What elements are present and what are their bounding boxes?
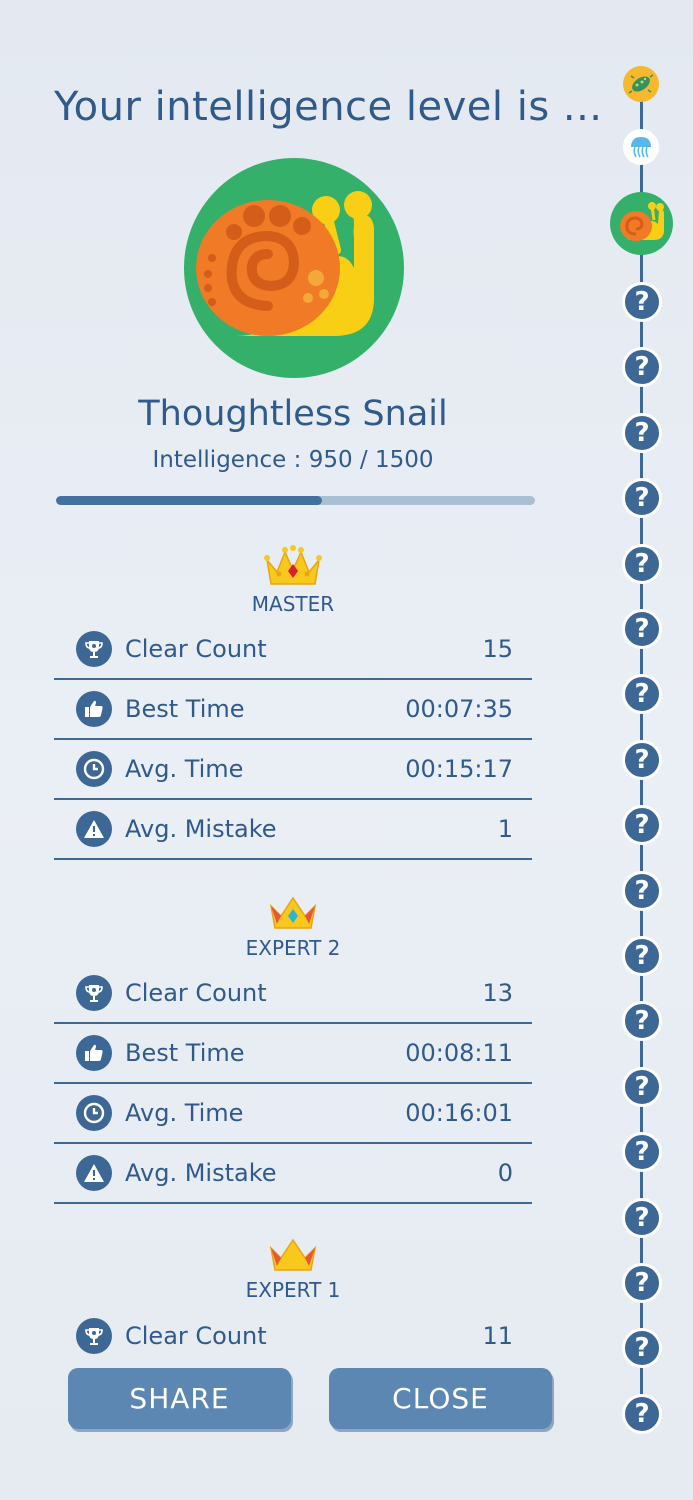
- stat-row-avg-mistake: Avg. Mistake 1: [54, 800, 532, 860]
- locked-level-icon[interactable]: ?: [622, 805, 662, 846]
- locked-level-icon[interactable]: ?: [622, 1197, 662, 1238]
- locked-level-icon[interactable]: ?: [622, 412, 662, 453]
- stat-value: 15: [482, 635, 513, 663]
- stat-value: 11: [482, 1322, 513, 1350]
- stat-label: Avg. Time: [125, 1099, 244, 1127]
- stat-row-avg-time: Avg. Time 00:15:17: [54, 740, 532, 800]
- locked-level-icon[interactable]: ?: [622, 609, 662, 649]
- stat-row-clear-count: Clear Count 11: [54, 1306, 532, 1366]
- stat-label: Avg. Time: [125, 755, 244, 783]
- stat-row-best-time: Best Time 00:08:11: [54, 1024, 532, 1084]
- locked-level-icon[interactable]: ?: [622, 1328, 662, 1369]
- locked-level-icon[interactable]: ?: [622, 936, 662, 976]
- locked-level-icon[interactable]: ?: [622, 347, 662, 388]
- stat-value: 00:07:35: [405, 695, 513, 723]
- section-expert-2: EXPERT 2 Clear Count 13 Best Time 00:08:…: [54, 894, 532, 1204]
- section-label: EXPERT 2: [245, 936, 341, 960]
- stat-row-avg-time: Avg. Time 00:16:01: [54, 1084, 532, 1144]
- section-master: MASTER Clear Count 15 Best Time 00:07:35…: [54, 544, 532, 860]
- stat-value: 13: [482, 979, 513, 1007]
- stat-label: Clear Count: [125, 1322, 267, 1350]
- thumbs-up-icon: [76, 691, 112, 727]
- trophy-icon: [76, 1318, 112, 1354]
- stat-row-clear-count: Clear Count 13: [54, 964, 532, 1024]
- stat-label: Avg. Mistake: [125, 815, 277, 843]
- intelligence-progress-bar: [56, 496, 535, 505]
- stat-row-clear-count: Clear Count 15: [54, 620, 532, 680]
- page-title: Your intelligence level is ...: [54, 84, 603, 130]
- trophy-icon: [76, 631, 112, 667]
- trophy-icon: [76, 975, 112, 1011]
- stat-label: Avg. Mistake: [125, 1159, 277, 1187]
- stat-value: 0: [497, 1159, 513, 1187]
- rank-name: Thoughtless Snail: [138, 394, 448, 434]
- stat-label: Best Time: [125, 1039, 245, 1067]
- section-label: MASTER: [251, 592, 335, 616]
- warning-icon: [76, 811, 112, 847]
- stat-row-best-time: Best Time 00:07:35: [54, 680, 532, 740]
- stat-label: Clear Count: [125, 635, 267, 663]
- section-expert-1: EXPERT 1 Clear Count 11: [54, 1236, 532, 1366]
- expert-2-crown-icon: [269, 896, 317, 929]
- stat-value: 00:16:01: [405, 1099, 513, 1127]
- share-button[interactable]: SHARE: [68, 1368, 291, 1429]
- locked-level-icon[interactable]: ?: [622, 870, 662, 911]
- locked-level-icon[interactable]: ?: [622, 282, 662, 322]
- close-button[interactable]: CLOSE: [329, 1368, 552, 1429]
- locked-level-icon[interactable]: ?: [622, 1001, 662, 1042]
- bacteria-icon[interactable]: [623, 66, 659, 102]
- warning-icon: [76, 1155, 112, 1191]
- stat-value: 1: [497, 815, 513, 843]
- snail-icon[interactable]: [610, 192, 673, 255]
- section-label: EXPERT 1: [245, 1278, 341, 1302]
- stat-label: Best Time: [125, 695, 245, 723]
- master-crown-icon: [264, 545, 322, 585]
- thumbs-up-icon: [76, 1035, 112, 1071]
- stat-value: 00:08:11: [405, 1039, 513, 1067]
- locked-level-icon[interactable]: ?: [622, 1132, 662, 1173]
- stat-label: Clear Count: [125, 979, 267, 1007]
- locked-level-icon[interactable]: ?: [622, 543, 662, 584]
- clock-icon: [76, 1095, 112, 1131]
- intelligence-score: Intelligence : 950 / 1500: [152, 447, 434, 473]
- clock-icon: [76, 751, 112, 787]
- locked-level-icon[interactable]: ?: [622, 674, 662, 715]
- snail-avatar: [184, 158, 404, 378]
- stat-value: 00:15:17: [405, 755, 513, 783]
- locked-level-icon[interactable]: ?: [622, 1393, 662, 1434]
- locked-level-icon[interactable]: ?: [622, 478, 662, 519]
- locked-level-icon[interactable]: ?: [622, 1263, 662, 1303]
- stat-row-avg-mistake: Avg. Mistake 0: [54, 1144, 532, 1204]
- locked-level-icon[interactable]: ?: [622, 739, 662, 780]
- locked-level-icon[interactable]: ?: [622, 1066, 662, 1107]
- jellyfish-icon[interactable]: [623, 129, 659, 165]
- expert-1-crown-icon: [269, 1238, 317, 1271]
- intelligence-progress-fill: [56, 496, 323, 505]
